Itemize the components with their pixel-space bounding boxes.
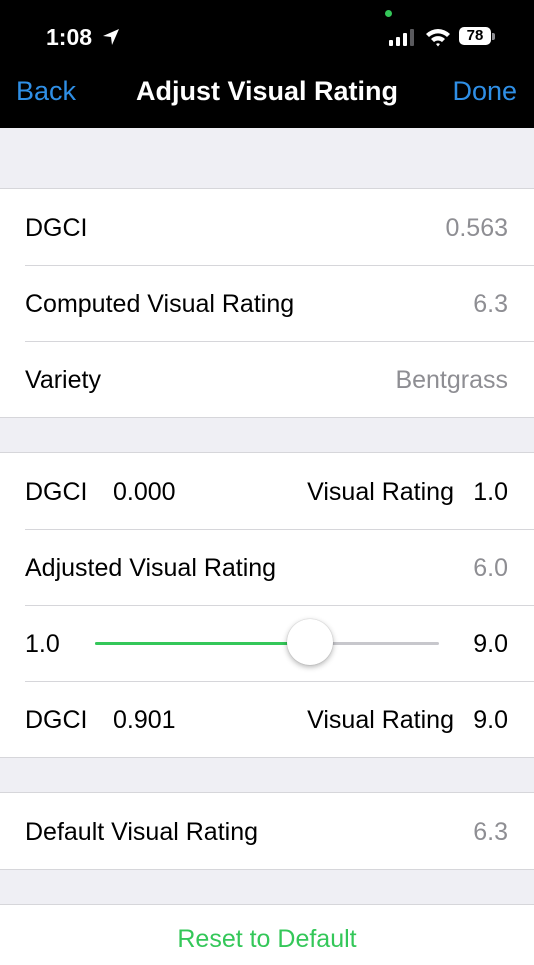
adjust-group: DGCI 0.000 Visual Rating 1.0 Adjusted Vi… [0, 452, 534, 758]
max-dgci-value: 0.901 [113, 706, 176, 734]
default-rating-row: Default Visual Rating 6.3 [0, 793, 534, 869]
dgci-row: DGCI 0.563 [0, 189, 534, 265]
battery-level: 78 [459, 27, 491, 45]
slider-min-label: 1.0 [25, 630, 60, 658]
adjusted-rating-value: 6.0 [473, 554, 508, 582]
navigation-bar: Back Adjust Visual Rating Done [0, 70, 534, 128]
location-arrow-icon [103, 29, 119, 45]
dgci-value: 0.563 [445, 214, 508, 242]
slider-fill [95, 642, 310, 645]
max-rating-row: DGCI 0.901 Visual Rating 9.0 [0, 681, 534, 757]
computed-rating-label: Computed Visual Rating [25, 290, 295, 318]
rating-slider[interactable] [95, 619, 439, 665]
variety-row: Variety Bentgrass [0, 341, 534, 417]
max-visual-rating-value: 9.0 [473, 706, 508, 734]
reset-row: Reset to Default [0, 904, 534, 965]
status-bar: 1:08 78 [0, 0, 534, 70]
default-rating-value: 6.3 [473, 818, 508, 846]
computed-rating-row: Computed Visual Rating 6.3 [0, 265, 534, 341]
min-dgci-value: 0.000 [113, 478, 176, 506]
camera-in-use-indicator [385, 10, 392, 17]
cellular-signal-icon [389, 29, 414, 46]
min-rating-row: DGCI 0.000 Visual Rating 1.0 [0, 453, 534, 529]
status-time: 1:08 [46, 24, 93, 50]
default-rating-label: Default Visual Rating [25, 818, 259, 846]
variety-label: Variety [25, 366, 101, 394]
slider-row: 1.0 9.0 [0, 605, 534, 681]
wifi-icon [426, 29, 450, 47]
variety-value: Bentgrass [395, 366, 508, 394]
min-dgci-label: DGCI [25, 478, 88, 506]
slider-thumb[interactable] [287, 619, 333, 665]
min-visual-rating-value: 1.0 [473, 478, 508, 506]
computed-rating-value: 6.3 [473, 290, 508, 318]
adjusted-rating-row: Adjusted Visual Rating 6.0 [0, 529, 534, 605]
max-visual-rating-label: Visual Rating [307, 706, 454, 734]
info-group: DGCI 0.563 Computed Visual Rating 6.3 Va… [0, 188, 534, 418]
max-dgci-label: DGCI [25, 706, 88, 734]
dgci-label: DGCI [25, 214, 88, 242]
slider-max-label: 9.0 [473, 630, 508, 658]
done-button[interactable]: Done [452, 76, 517, 107]
adjusted-rating-label: Adjusted Visual Rating [25, 554, 277, 582]
min-visual-rating-label: Visual Rating [307, 478, 454, 506]
battery-icon: 78 [459, 27, 497, 47]
default-group: Default Visual Rating 6.3 [0, 792, 534, 870]
